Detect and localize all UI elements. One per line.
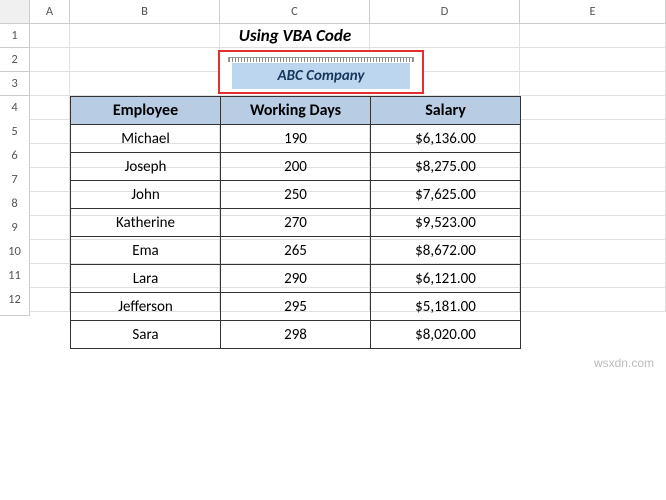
cell-working-days[interactable]: 270 (221, 209, 371, 237)
col-header-E[interactable]: E (520, 0, 666, 24)
cell-E12[interactable] (520, 288, 666, 312)
cell-salary[interactable]: $8,020.00 (371, 321, 521, 349)
cell-A11[interactable] (30, 264, 70, 288)
table-row: Michael190$6,136.00 (71, 125, 521, 153)
row-header-2[interactable]: 2 (0, 48, 30, 72)
cell-E6[interactable] (520, 144, 666, 168)
cell-employee[interactable]: Ema (71, 237, 221, 265)
cell-A5[interactable] (30, 120, 70, 144)
cell-employee[interactable]: Sara (71, 321, 221, 349)
table-row: Jefferson295$5,181.00 (71, 293, 521, 321)
cell-working-days[interactable]: 265 (221, 237, 371, 265)
row-header-3[interactable]: 3 (0, 72, 30, 96)
textbox-handle[interactable] (228, 57, 414, 62)
cell-working-days[interactable]: 250 (221, 181, 371, 209)
cell-salary[interactable]: $6,121.00 (371, 265, 521, 293)
cell-employee[interactable]: Katherine (71, 209, 221, 237)
cell-A4[interactable] (30, 96, 70, 120)
cell-A12[interactable] (30, 288, 70, 312)
cell-A8[interactable] (30, 192, 70, 216)
table-header-row: Employee Working Days Salary (71, 97, 521, 125)
cell-B1[interactable] (70, 24, 220, 48)
table-row: Ema265$8,672.00 (71, 237, 521, 265)
cell-salary[interactable]: $8,672.00 (371, 237, 521, 265)
cell-salary[interactable]: $6,136.00 (371, 125, 521, 153)
cell-E11[interactable] (520, 264, 666, 288)
cell-E3[interactable] (520, 72, 666, 96)
cell-A3[interactable] (30, 72, 70, 96)
cell-working-days[interactable]: 200 (221, 153, 371, 181)
table-row: Sara298$8,020.00 (71, 321, 521, 349)
cell-E7[interactable] (520, 168, 666, 192)
col-header-A[interactable]: A (30, 0, 70, 24)
cell-working-days[interactable]: 295 (221, 293, 371, 321)
cell-salary[interactable]: $9,523.00 (371, 209, 521, 237)
table-row: Joseph200$8,275.00 (71, 153, 521, 181)
cell-salary[interactable]: $7,625.00 (371, 181, 521, 209)
row-header-12[interactable]: 12 (0, 288, 30, 316)
cell-employee[interactable]: Lara (71, 265, 221, 293)
cell-A6[interactable] (30, 144, 70, 168)
col-working-days[interactable]: Working Days (221, 97, 371, 125)
cell-E10[interactable] (520, 240, 666, 264)
cell-E9[interactable] (520, 216, 666, 240)
cell-A9[interactable] (30, 216, 70, 240)
cell-B3[interactable] (70, 72, 220, 96)
cell-working-days[interactable]: 190 (221, 125, 371, 153)
textbox-object[interactable]: ABC Company (218, 50, 424, 94)
col-header-D[interactable]: D (370, 0, 520, 24)
select-all-corner[interactable] (0, 0, 30, 24)
cell-A2[interactable] (30, 48, 70, 72)
cell-working-days[interactable]: 298 (221, 321, 371, 349)
cell-A10[interactable] (30, 240, 70, 264)
cell-A7[interactable] (30, 168, 70, 192)
cell-employee[interactable]: Jefferson (71, 293, 221, 321)
row-header-1[interactable]: 1 (0, 24, 30, 48)
textbox-text[interactable]: ABC Company (232, 63, 410, 89)
cell-E4[interactable] (520, 96, 666, 120)
data-table[interactable]: Employee Working Days Salary Michael190$… (70, 96, 521, 349)
watermark-text: wsxdn.com (594, 356, 654, 370)
cell-E8[interactable] (520, 192, 666, 216)
cell-employee[interactable]: John (71, 181, 221, 209)
cell-E1[interactable] (520, 24, 666, 48)
col-employee[interactable]: Employee (71, 97, 221, 125)
col-salary[interactable]: Salary (371, 97, 521, 125)
cell-salary[interactable]: $5,181.00 (371, 293, 521, 321)
table-row: Lara290$6,121.00 (71, 265, 521, 293)
cell-salary[interactable]: $8,275.00 (371, 153, 521, 181)
cell-working-days[interactable]: 290 (221, 265, 371, 293)
cell-employee[interactable]: Joseph (71, 153, 221, 181)
cell-employee[interactable]: Michael (71, 125, 221, 153)
cell-B2[interactable] (70, 48, 220, 72)
cell-E2[interactable] (520, 48, 666, 72)
table-row: Katherine270$9,523.00 (71, 209, 521, 237)
col-header-B[interactable]: B (70, 0, 220, 24)
page-title: Using VBA Code (220, 24, 370, 48)
cell-E5[interactable] (520, 120, 666, 144)
col-header-C[interactable]: C (220, 0, 370, 24)
cell-A1[interactable] (30, 24, 70, 48)
cell-D1[interactable] (370, 24, 520, 48)
table-row: John250$7,625.00 (71, 181, 521, 209)
